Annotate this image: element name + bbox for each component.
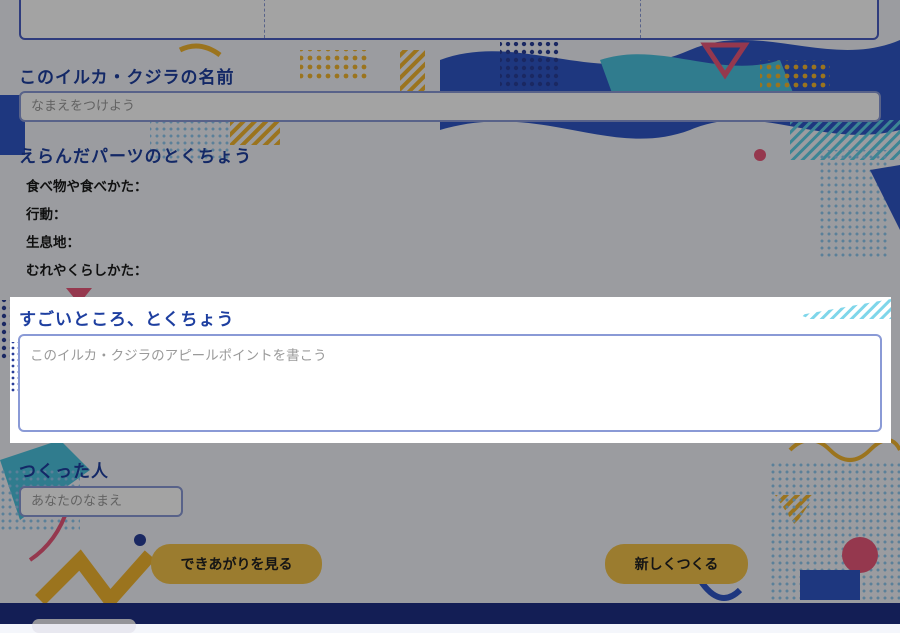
feature-behavior-label: 行動： (26, 207, 67, 223)
creator-heading: つくった人 (19, 462, 109, 482)
table-divider (640, 0, 641, 38)
table-divider (264, 0, 265, 38)
features-heading: えらんだパーツのとくちょう (19, 147, 253, 167)
appeal-heading: すごいところ、とくちょう (19, 310, 235, 330)
preview-result-button[interactable]: できあがりを見る (151, 544, 322, 584)
footer-bar (0, 603, 900, 624)
feature-food-label: 食べ物や食べかた： (26, 179, 148, 195)
appeal-textarea[interactable] (18, 334, 882, 432)
feature-habitat-label: 生息地： (26, 235, 80, 251)
name-heading: このイルカ・クジラの名前 (19, 68, 235, 88)
top-parts-table (19, 0, 879, 40)
features-list: 食べ物や食べかた： 行動： 生息地： むれやくらしかた： (26, 173, 148, 285)
footer-button[interactable] (32, 619, 136, 633)
dolphin-name-input[interactable] (19, 91, 881, 122)
creator-name-input[interactable] (19, 486, 183, 517)
feature-group-label: むれやくらしかた： (26, 263, 148, 279)
create-new-button[interactable]: 新しくつくる (605, 544, 748, 584)
appeal-section-highlight: すごいところ、とくちょう (10, 297, 891, 443)
